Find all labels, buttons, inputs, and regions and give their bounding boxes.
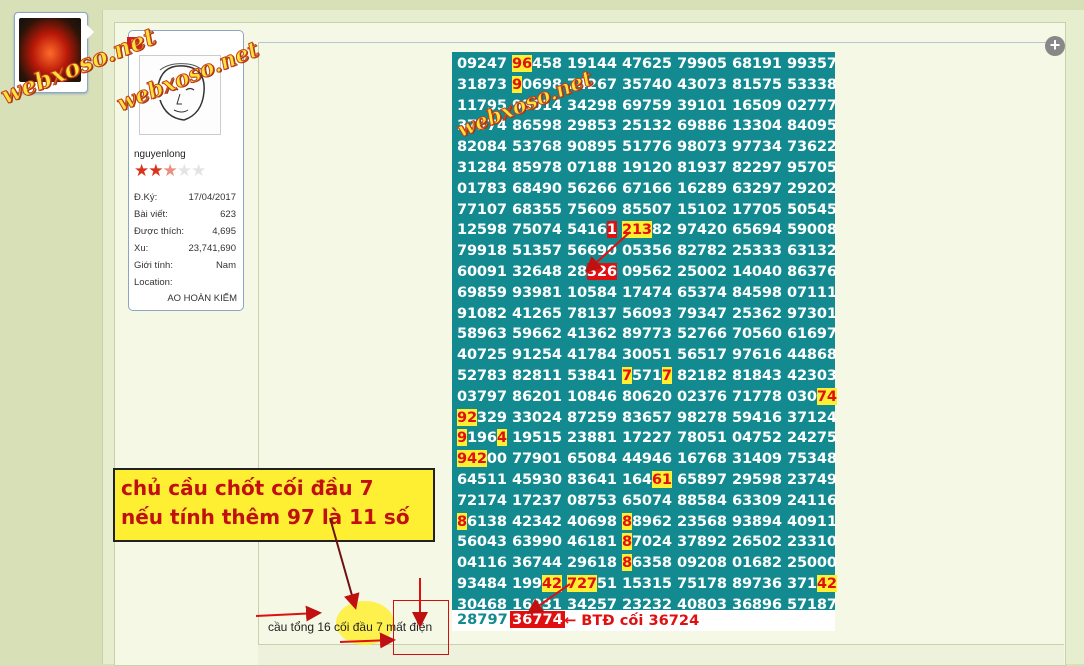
arrow-right-2 [339, 632, 396, 649]
arrow-diagonal-1 [585, 231, 631, 273]
arrow-down-note [329, 517, 360, 610]
arrow-diagonal-2 [526, 583, 571, 615]
arrow-right-1 [255, 605, 322, 622]
